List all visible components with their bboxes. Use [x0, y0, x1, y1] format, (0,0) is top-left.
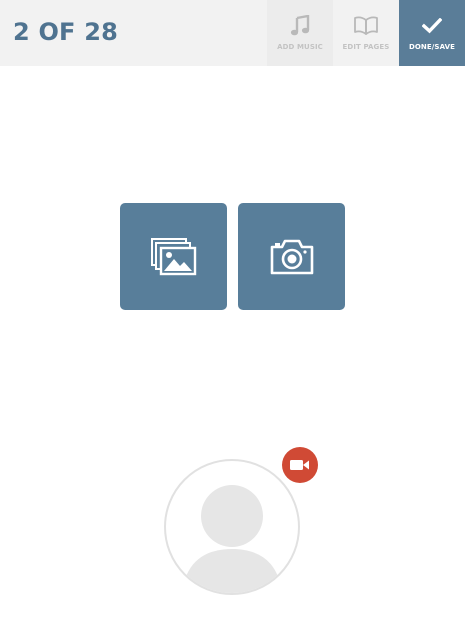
camera-icon — [270, 239, 313, 274]
add-music-label: ADD MUSIC — [277, 43, 323, 51]
done-save-button[interactable]: DONE/SAVE — [399, 0, 465, 66]
photo-gallery-icon — [150, 237, 196, 275]
edit-pages-button[interactable]: EDIT PAGES — [333, 0, 399, 66]
open-book-icon — [333, 14, 399, 38]
done-save-label: DONE/SAVE — [408, 43, 456, 51]
person-placeholder-icon — [184, 485, 280, 593]
checkmark-icon — [399, 14, 465, 38]
edit-pages-label: EDIT PAGES — [342, 43, 390, 51]
top-toolbar: 2 OF 28 ADD MUSIC EDIT PAGES DONE/SAVE — [0, 0, 465, 66]
narrator-avatar[interactable] — [164, 459, 300, 595]
record-video-button[interactable] — [282, 447, 318, 483]
video-camera-icon — [290, 460, 309, 470]
music-note-icon — [267, 14, 333, 38]
photo-gallery-button[interactable] — [120, 203, 227, 310]
camera-button[interactable] — [238, 203, 345, 310]
add-music-button[interactable]: ADD MUSIC — [267, 0, 333, 66]
page-counter: 2 OF 28 — [13, 18, 119, 46]
